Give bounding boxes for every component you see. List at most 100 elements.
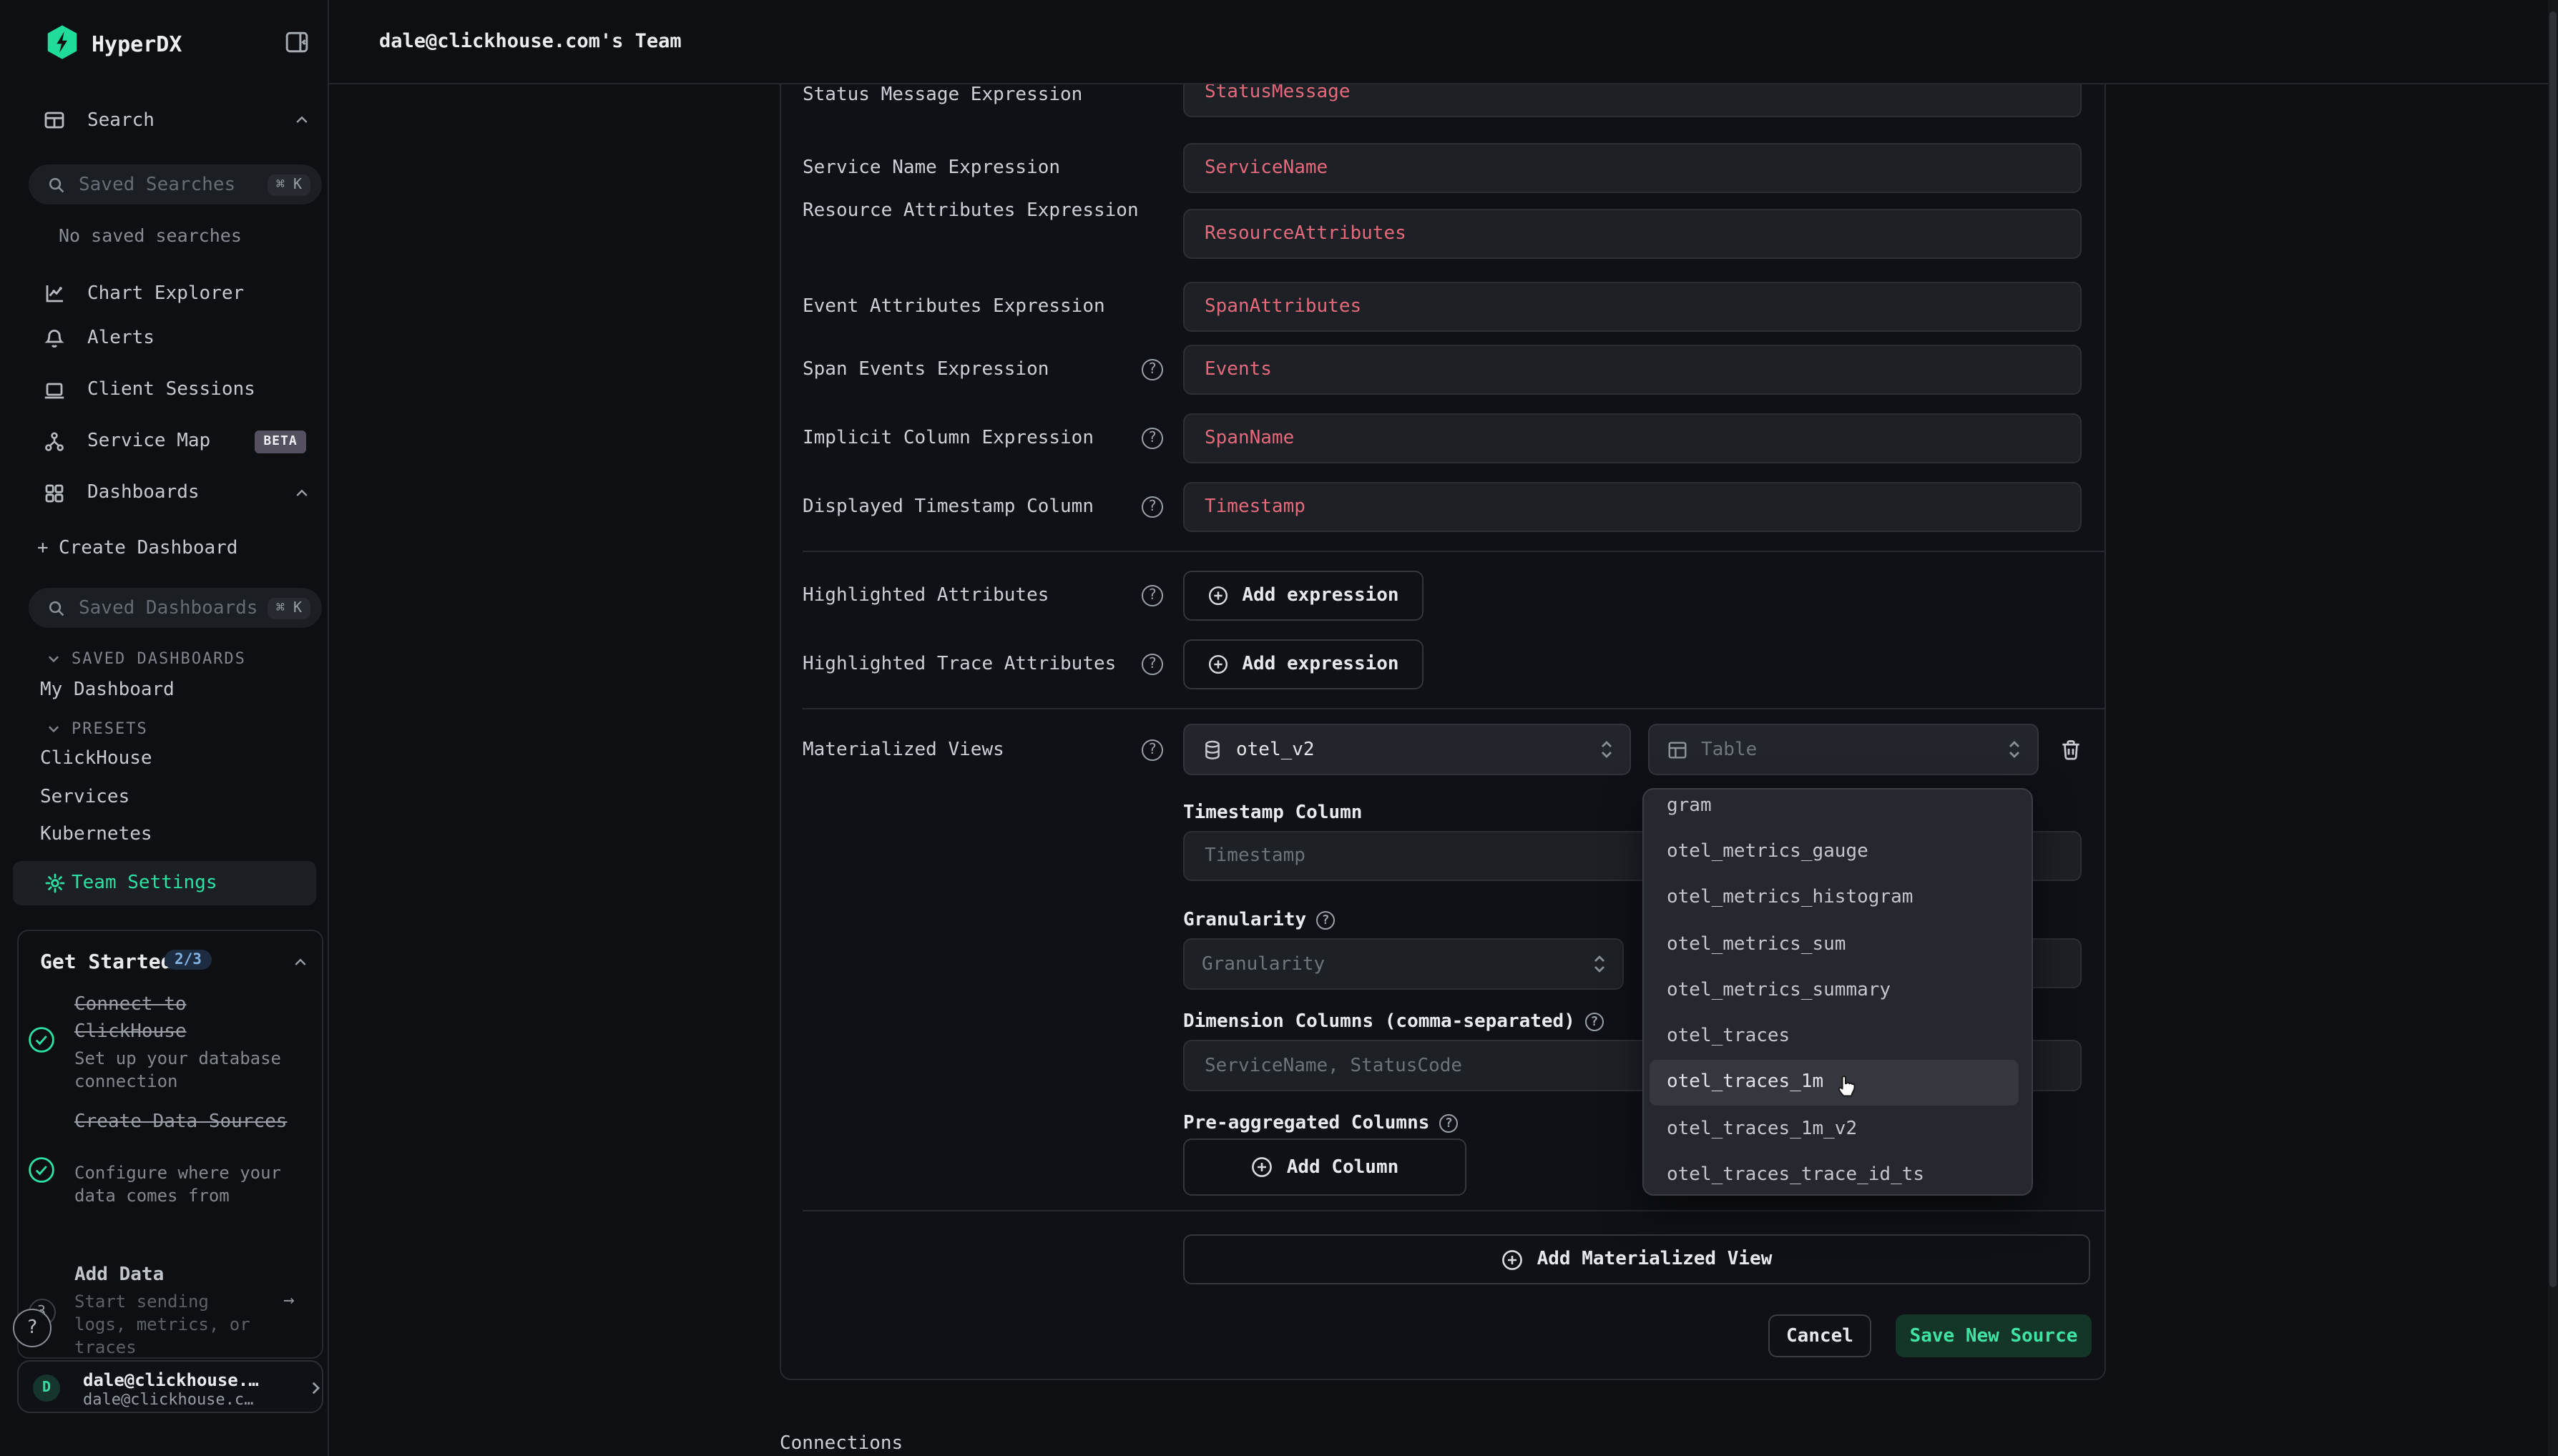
add-expression-button[interactable]: Add expression [1183, 571, 1423, 621]
saved-searches-placeholder: Saved Searches [79, 174, 268, 195]
chart-explorer-icon [43, 282, 66, 305]
section-saved-dashboards[interactable]: SAVED DASHBOARDS [46, 646, 246, 669]
check-circle-icon [27, 1025, 56, 1054]
sidebar-item-chart-explorer[interactable]: Chart Explorer [0, 276, 329, 310]
displayed-timestamp-column-input[interactable] [1183, 482, 2082, 532]
get-started-step-title[interactable]: Add Data [74, 1264, 292, 1286]
progress-badge: 2/3 [165, 950, 212, 970]
select-chevrons-icon [1592, 953, 1607, 975]
no-saved-searches-text: No saved searches [59, 225, 242, 246]
dropdown-option[interactable]: gram [1644, 788, 2032, 829]
search-icon [47, 599, 66, 617]
hyperdx-logo-icon [43, 23, 82, 62]
sidebar-item-alerts[interactable]: Alerts [0, 321, 329, 355]
dropdown-option[interactable]: otel_traces_trace_id_ts [1644, 1152, 2032, 1196]
field-label: Highlighted Trace Attributes [803, 651, 1142, 678]
saved-dashboards-placeholder: Saved Dashboards [79, 597, 268, 619]
info-icon[interactable]: ? [1316, 911, 1335, 930]
scrollbar-track[interactable] [2548, 0, 2558, 1456]
get-started-title: Get Started [40, 951, 172, 974]
plus-circle-icon [1207, 654, 1229, 675]
add-materialized-view-button[interactable]: Add Materialized View [1183, 1234, 2090, 1284]
field-label: Service Name Expression [803, 154, 1142, 182]
connections-heading: Connections [780, 1433, 903, 1455]
plus-circle-icon [1501, 1248, 1524, 1271]
help-icon[interactable]: ? [1142, 585, 1163, 606]
dashboards-grid-icon [43, 481, 66, 504]
check-circle-icon [27, 1156, 56, 1184]
field-label: Status Message Expression [803, 82, 1142, 109]
delete-view-trash-icon[interactable] [2059, 738, 2083, 762]
dropdown-option[interactable]: otel_metrics_sum [1644, 921, 2032, 968]
divider [803, 1210, 2104, 1211]
add-column-button[interactable]: Add Column [1183, 1138, 1466, 1196]
divider [803, 708, 2104, 709]
get-started-step-title[interactable]: Connect to ClickHouse [74, 991, 292, 1046]
chevron-down-icon [46, 650, 62, 666]
sidebar-item-clickhouse[interactable]: ClickHouse [40, 748, 152, 771]
save-new-source-button[interactable]: Save New Source [1896, 1314, 2092, 1357]
dropdown-option[interactable]: otel_metrics_gauge [1644, 829, 2032, 875]
table-select[interactable]: Table [1648, 724, 2039, 775]
granularity-select[interactable]: Granularity [1183, 938, 1624, 990]
help-icon[interactable]: ? [1142, 496, 1163, 518]
dropdown-option[interactable]: otel_traces [1644, 1013, 2032, 1060]
section-presets[interactable]: PRESETS [46, 717, 148, 739]
sub-field-label: Dimension Columns (comma-separated) ? [1183, 1011, 1604, 1033]
shortcut-badge: ⌘ K [268, 597, 310, 619]
sidebar-item-my-dashboard[interactable]: My Dashboard [40, 679, 175, 702]
scrollbar-thumb[interactable] [2549, 11, 2557, 1287]
implicit-column-expression-input[interactable] [1183, 413, 2082, 463]
collapse-sidebar-icon[interactable] [285, 30, 309, 54]
dropdown-option[interactable]: otel_traces_1m_v2 [1644, 1106, 2032, 1152]
field-label: Materialized Views [803, 737, 1142, 764]
sidebar-item-create-dashboard[interactable]: + Create Dashboard [0, 531, 329, 566]
mouse-cursor-icon [1831, 1068, 1863, 1100]
select-chevrons-icon [2007, 738, 2022, 761]
span-events-expression-input[interactable] [1183, 345, 2082, 395]
chevron-right-icon [306, 1379, 325, 1397]
info-icon[interactable]: ? [1585, 1013, 1604, 1031]
dropdown-option[interactable]: otel_metrics_histogram [1644, 875, 2032, 921]
chevron-up-icon[interactable] [292, 954, 309, 971]
get-started-step-desc: Configure where your data comes from [74, 1161, 292, 1207]
field-label: Highlighted Attributes [803, 582, 1142, 609]
plus-icon: + [37, 538, 49, 559]
event-attributes-expression-input[interactable] [1183, 282, 2082, 332]
chevron-up-icon[interactable] [293, 112, 310, 129]
help-icon[interactable]: ? [1142, 359, 1163, 380]
help-icon[interactable]: ? [1142, 739, 1163, 761]
sidebar-item-team-settings[interactable]: Team Settings [13, 861, 316, 905]
service-name-expression-input[interactable] [1183, 143, 2082, 193]
materialized-view-select[interactable]: otel_v2 [1183, 724, 1631, 775]
get-started-step-title[interactable]: Create Data Sources [74, 1108, 292, 1136]
sub-field-label: Timestamp Column [1183, 802, 1362, 824]
user-menu[interactable]: D dale@clickhouse.… dale@clickhouse.c… [17, 1360, 323, 1413]
chevron-down-icon [46, 720, 62, 736]
sidebar-item-search[interactable]: Search [0, 103, 329, 137]
help-button[interactable]: ? [13, 1309, 52, 1347]
dropdown-option[interactable]: otel_metrics_summary [1644, 967, 2032, 1013]
saved-dashboards-input[interactable]: Saved Dashboards ⌘ K [29, 588, 322, 628]
sidebar-item-service-map[interactable]: Service Map BETA [0, 424, 329, 458]
field-label: Displayed Timestamp Column [803, 493, 1142, 521]
avatar: D [33, 1374, 60, 1402]
resource-attributes-expression-input[interactable] [1183, 209, 2082, 259]
user-name: dale@clickhouse.… [83, 1370, 259, 1390]
plus-circle-icon [1207, 585, 1229, 606]
sidebar-item-dashboards[interactable]: Dashboards [0, 476, 329, 510]
select-chevrons-icon [1599, 738, 1614, 761]
add-expression-button[interactable]: Add expression [1183, 639, 1423, 689]
sidebar-item-kubernetes[interactable]: Kubernetes [40, 824, 152, 847]
sidebar-item-client-sessions[interactable]: Client Sessions [0, 373, 329, 407]
cancel-button[interactable]: Cancel [1768, 1314, 1871, 1357]
field-label: Span Events Expression [803, 356, 1142, 383]
help-icon[interactable]: ? [1142, 428, 1163, 449]
saved-searches-input[interactable]: Saved Searches ⌘ K [29, 164, 322, 205]
arrow-right-icon[interactable]: → [283, 1290, 295, 1312]
app-title: HyperDX [92, 31, 182, 57]
sidebar-item-services[interactable]: Services [40, 787, 129, 810]
info-icon[interactable]: ? [1439, 1114, 1458, 1133]
help-icon[interactable]: ? [1142, 654, 1163, 675]
chevron-up-icon[interactable] [293, 484, 310, 501]
